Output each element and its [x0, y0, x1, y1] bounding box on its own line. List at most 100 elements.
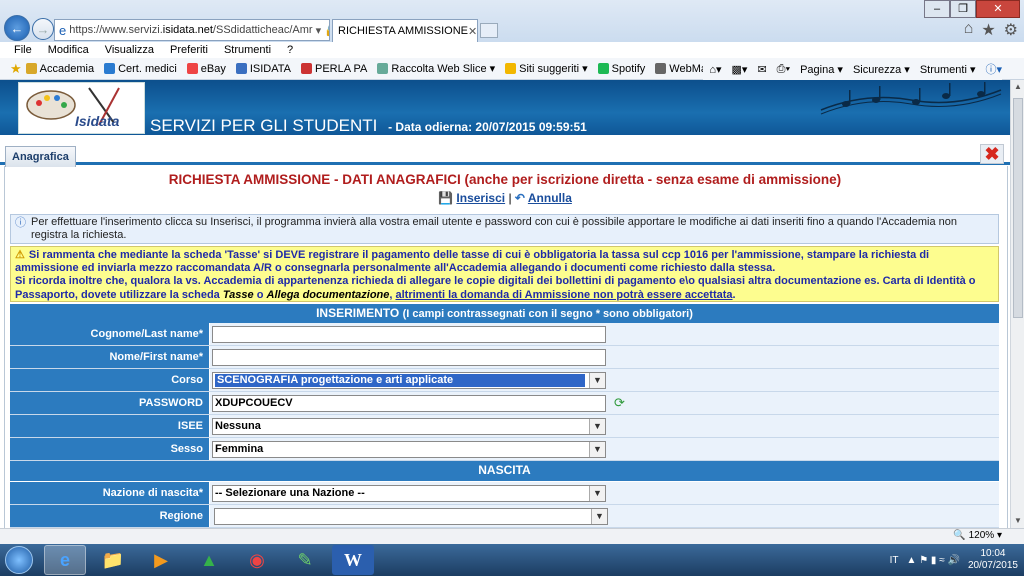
warning-allega: Allega documentazione: [266, 288, 390, 301]
corso-select[interactable]: SCENOGRAFIA progettazione e arti applica…: [212, 372, 606, 389]
isee-select[interactable]: Nessuna ▼: [212, 418, 606, 435]
isidata-logo: Isidata: [18, 82, 145, 134]
info-icon: ⓘ: [15, 217, 26, 229]
label-password: PASSWORD: [10, 392, 210, 414]
chevron-down-icon[interactable]: ▼: [589, 419, 605, 434]
favorite-icon: [377, 63, 389, 74]
page-content: Isidata SERVIZI PER GLI STUDENTI - Data …: [0, 80, 1010, 528]
favorite-icon: [186, 63, 198, 74]
start-button[interactable]: [0, 544, 38, 576]
scroll-down-icon[interactable]: ▼: [1011, 514, 1024, 528]
regenerate-password-icon[interactable]: ⟳: [614, 395, 625, 411]
favorite-icon: [597, 63, 609, 74]
url-rest: /SSdidatticheac/Amr: [212, 24, 313, 36]
favorite-item[interactable]: Spotify: [597, 62, 645, 75]
menu-item[interactable]: File: [14, 44, 32, 56]
print-icon[interactable]: ⎙▾: [777, 63, 790, 76]
scrollbar-thumb[interactable]: [1013, 98, 1023, 318]
taskbar-drive-icon[interactable]: ▲: [188, 545, 230, 575]
save-icon[interactable]: 💾: [438, 191, 453, 205]
taskbar-chrome-icon[interactable]: ◉: [236, 545, 278, 575]
browser-right-icons: ⌂ ★ ⚙: [964, 20, 1018, 40]
warning-icon: ⚠: [15, 249, 25, 261]
menu-item[interactable]: ?: [287, 44, 293, 56]
home-page-icon[interactable]: ⌂▾: [709, 63, 721, 76]
tab-close-icon[interactable]: ✕: [468, 25, 477, 38]
favorites-star-icon[interactable]: ★: [981, 20, 995, 40]
command-menu[interactable]: Pagina ▾: [800, 63, 843, 76]
favorite-label: Accademia: [39, 62, 95, 75]
vertical-scrollbar[interactable]: ▲ ▼: [1010, 80, 1024, 528]
maximize-button[interactable]: ❐: [950, 0, 976, 18]
warning-o: o: [256, 288, 264, 301]
favorite-item[interactable]: eBay: [186, 62, 226, 75]
address-tools-icon[interactable]: ▾ 🔒 ↻: [313, 24, 329, 37]
cancel-link[interactable]: Annulla: [528, 191, 572, 205]
zoom-value: 120%: [968, 530, 995, 541]
tab-anagrafica[interactable]: Anagrafica: [5, 146, 76, 167]
favorite-item[interactable]: Siti suggeriti ▾: [505, 62, 588, 75]
favorite-icon: [25, 63, 37, 74]
chevron-down-icon[interactable]: ▼: [589, 486, 605, 501]
scroll-up-icon[interactable]: ▲: [1011, 80, 1024, 94]
clock-date: 20/07/2015: [967, 560, 1018, 571]
regione-select[interactable]: ▼: [214, 508, 608, 525]
new-tab-button[interactable]: [480, 23, 498, 38]
isee-value: Nessuna: [215, 420, 261, 432]
favorite-item[interactable]: Cert. medici: [104, 62, 177, 75]
chevron-down-icon[interactable]: ▼: [589, 442, 605, 457]
password-input[interactable]: XDUPCOUECV: [212, 395, 606, 412]
close-window-button[interactable]: ✕: [976, 0, 1020, 18]
help-icon[interactable]: ⓘ▾: [985, 61, 1002, 77]
back-button[interactable]: ←: [4, 15, 30, 41]
favorite-label: PERLA PA: [315, 62, 368, 75]
insert-link[interactable]: Inserisci: [456, 191, 505, 205]
undo-icon[interactable]: ↶: [515, 191, 525, 205]
menu-item[interactable]: Modifica: [48, 44, 89, 56]
home-icon[interactable]: ⌂: [964, 20, 974, 40]
menu-item[interactable]: Preferiti: [170, 44, 208, 56]
menu-item[interactable]: Strumenti: [224, 44, 271, 56]
windows-logo-icon: [5, 546, 33, 574]
taskbar-explorer-icon[interactable]: 📁: [92, 545, 134, 575]
favorites-star-icon[interactable]: ★: [10, 61, 22, 77]
ie-icon: e: [59, 22, 67, 38]
settings-gear-icon[interactable]: ⚙: [1004, 20, 1018, 40]
taskbar-media-icon[interactable]: ▶: [140, 545, 182, 575]
row-cognome: Cognome/Last name*: [10, 323, 999, 346]
url-domain: isidata.net: [162, 24, 213, 36]
favorite-item[interactable]: PERLA PA: [301, 62, 367, 75]
sesso-select[interactable]: Femmina ▼: [212, 441, 606, 458]
taskbar-word-icon[interactable]: W: [332, 545, 374, 575]
favorite-label: eBay: [200, 62, 226, 75]
zoom-level[interactable]: 🔍 120% ▾: [953, 530, 1002, 541]
favorite-item[interactable]: Accademia: [25, 62, 95, 75]
browser-tab[interactable]: RICHIESTA AMMISSIONE ✕: [332, 19, 478, 42]
tray-icons[interactable]: ▲ ⚑ ▮ ≈ 🔊: [907, 555, 960, 566]
favorite-label: ISIDATA: [249, 62, 291, 75]
nazione-select[interactable]: -- Selezionare una Nazione -- ▼: [212, 485, 606, 502]
favorite-item[interactable]: Raccolta Web Slice ▾: [377, 62, 495, 75]
language-indicator[interactable]: IT: [890, 555, 899, 566]
favorite-icon: [655, 63, 667, 74]
mail-icon[interactable]: ✉: [757, 63, 766, 76]
chevron-down-icon[interactable]: ▼: [591, 509, 607, 524]
site-title: SERVIZI PER GLI STUDENTI - Data odierna:…: [150, 116, 587, 136]
chevron-down-icon[interactable]: ▼: [589, 373, 605, 388]
favorite-item[interactable]: ISIDATA: [235, 62, 291, 75]
clock[interactable]: 10:04 20/07/2015: [968, 548, 1018, 572]
command-menu[interactable]: Strumenti ▾: [920, 63, 976, 76]
close-form-icon[interactable]: ✖: [980, 144, 1004, 164]
menu-item[interactable]: Visualizza: [105, 44, 154, 56]
command-menu[interactable]: Sicurezza ▾: [853, 63, 910, 76]
nome-input[interactable]: [212, 349, 606, 366]
forward-button[interactable]: →: [32, 18, 54, 40]
taskbar-ie-icon[interactable]: e: [44, 545, 86, 575]
cognome-input[interactable]: [212, 326, 606, 343]
favorite-icon: [301, 63, 312, 74]
feeds-icon[interactable]: ▩▾: [732, 63, 748, 76]
label-nazione: Nazione di nascita*: [10, 482, 210, 504]
taskbar-evernote-icon[interactable]: ✎: [284, 545, 326, 575]
address-bar[interactable]: e https://www.servizi. isidata.net/SSdida…: [54, 19, 330, 41]
minimize-button[interactable]: –: [924, 0, 950, 18]
